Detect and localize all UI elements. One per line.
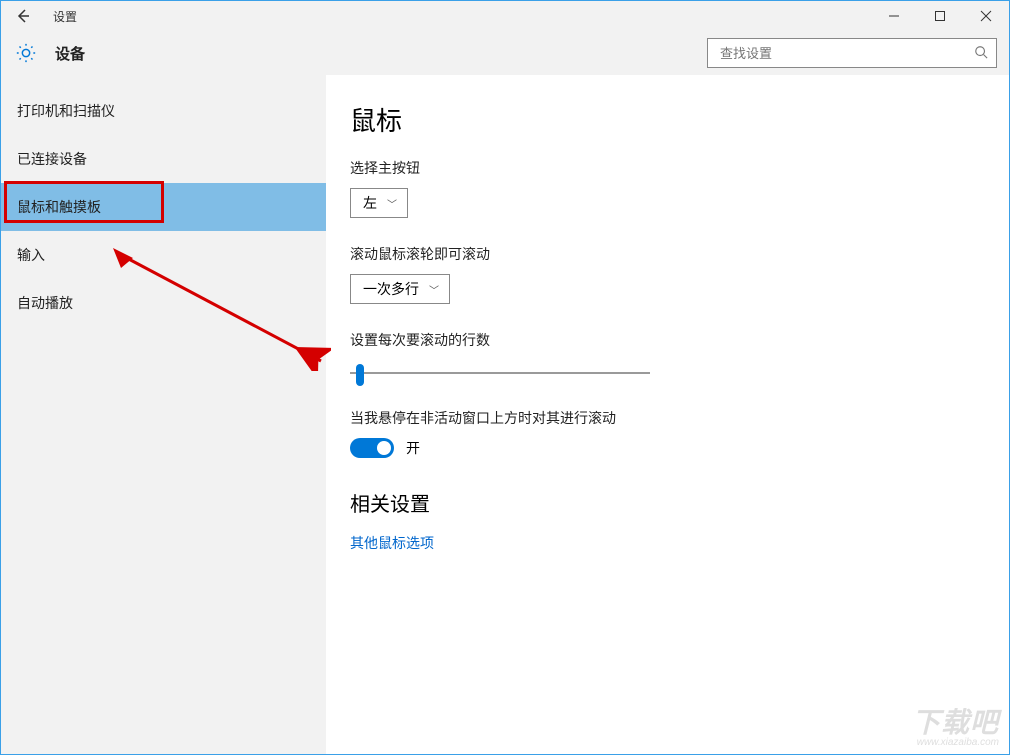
select-value: 左 [363,193,377,213]
search-box[interactable] [707,38,997,68]
window-controls [871,1,1009,31]
toggle-knob [377,441,391,455]
primary-button-group: 选择主按钮 左 ﹀ [350,158,969,218]
close-icon [980,10,992,22]
maximize-button[interactable] [917,1,963,31]
inactive-hover-group: 当我悬停在非活动窗口上方时对其进行滚动 开 [350,408,969,458]
chevron-down-icon: ﹀ [429,282,439,297]
sidebar-item-label: 自动播放 [17,293,73,313]
sidebar-item-label: 鼠标和触摸板 [17,197,101,217]
section-heading: 鼠标 [350,101,969,138]
settings-gear-icon[interactable] [13,40,39,66]
minimize-button[interactable] [871,1,917,31]
sidebar-item-label: 输入 [17,245,45,265]
body: 打印机和扫描仪 已连接设备 鼠标和触摸板 输入 自动播放 鼠标 选择主按钮 左 … [1,75,1009,754]
page-title: 设备 [55,43,85,64]
primary-button-select[interactable]: 左 ﹀ [350,188,408,218]
scroll-lines-label: 设置每次要滚动的行数 [350,330,969,350]
scroll-lines-slider[interactable] [350,364,650,382]
sidebar-item-mouse-touchpad[interactable]: 鼠标和触摸板 [1,183,326,231]
slider-track [350,372,650,374]
slider-thumb[interactable] [356,364,364,386]
back-button[interactable] [1,1,45,31]
titlebar: 设置 [1,1,1009,31]
sidebar: 打印机和扫描仪 已连接设备 鼠标和触摸板 输入 自动播放 [1,75,326,754]
toggle-state-label: 开 [406,438,420,458]
scroll-mode-group: 滚动鼠标滚轮即可滚动 一次多行 ﹀ [350,244,969,304]
content: 鼠标 选择主按钮 左 ﹀ 滚动鼠标滚轮即可滚动 一次多行 ﹀ 设置每次要滚动的行… [326,75,1009,754]
sidebar-item-connected-devices[interactable]: 已连接设备 [1,135,326,183]
scroll-lines-group: 设置每次要滚动的行数 [350,330,969,382]
window-title: 设置 [53,8,77,25]
header: 设备 [1,31,1009,75]
select-value: 一次多行 [363,279,419,299]
primary-button-label: 选择主按钮 [350,158,969,178]
chevron-down-icon: ﹀ [387,196,397,211]
minimize-icon [888,10,900,22]
inactive-hover-toggle[interactable] [350,438,394,458]
search-input[interactable] [718,45,968,62]
close-button[interactable] [963,1,1009,31]
sidebar-item-label: 打印机和扫描仪 [17,101,115,121]
sidebar-item-label: 已连接设备 [17,149,87,169]
scroll-mode-select[interactable]: 一次多行 ﹀ [350,274,450,304]
sidebar-item-autoplay[interactable]: 自动播放 [1,279,326,327]
scroll-mode-label: 滚动鼠标滚轮即可滚动 [350,244,969,264]
maximize-icon [934,10,946,22]
sidebar-item-printers[interactable]: 打印机和扫描仪 [1,87,326,135]
related-heading: 相关设置 [350,488,969,517]
other-mouse-options-link[interactable]: 其他鼠标选项 [350,533,969,553]
back-arrow-icon [15,8,31,24]
inactive-hover-label: 当我悬停在非活动窗口上方时对其进行滚动 [350,408,969,428]
sidebar-item-typing[interactable]: 输入 [1,231,326,279]
search-icon [974,45,988,62]
gear-icon [15,42,37,64]
